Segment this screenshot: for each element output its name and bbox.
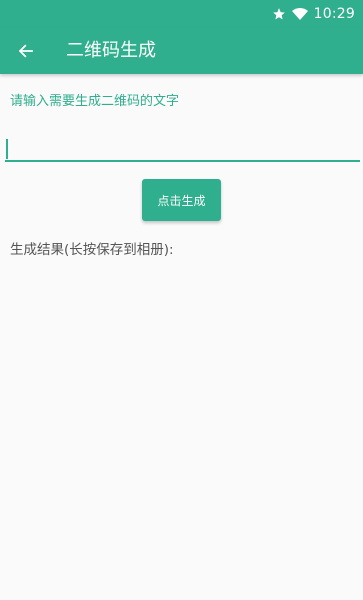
text-input-container xyxy=(5,133,360,163)
app-bar: 二维码生成 xyxy=(0,28,363,74)
page-title: 二维码生成 xyxy=(66,40,156,61)
status-icons: 10:29 xyxy=(272,4,355,24)
status-time: 10:29 xyxy=(313,6,355,22)
status-bar: 10:29 xyxy=(0,0,363,28)
result-label: 生成结果(长按保存到相册): xyxy=(10,242,174,258)
star-icon xyxy=(272,7,286,21)
qr-result-area[interactable] xyxy=(0,266,363,600)
screen: 10:29 二维码生成 请输入需要生成二维码的文字 点击生成 生成结果(长按保存… xyxy=(0,0,363,600)
back-button[interactable] xyxy=(10,35,42,67)
input-prompt-label: 请输入需要生成二维码的文字 xyxy=(10,94,180,109)
wifi-icon xyxy=(291,7,308,21)
arrow-left-icon xyxy=(17,42,35,60)
qr-text-input[interactable] xyxy=(5,133,360,162)
text-cursor xyxy=(6,139,8,159)
generate-button[interactable]: 点击生成 xyxy=(142,179,221,221)
